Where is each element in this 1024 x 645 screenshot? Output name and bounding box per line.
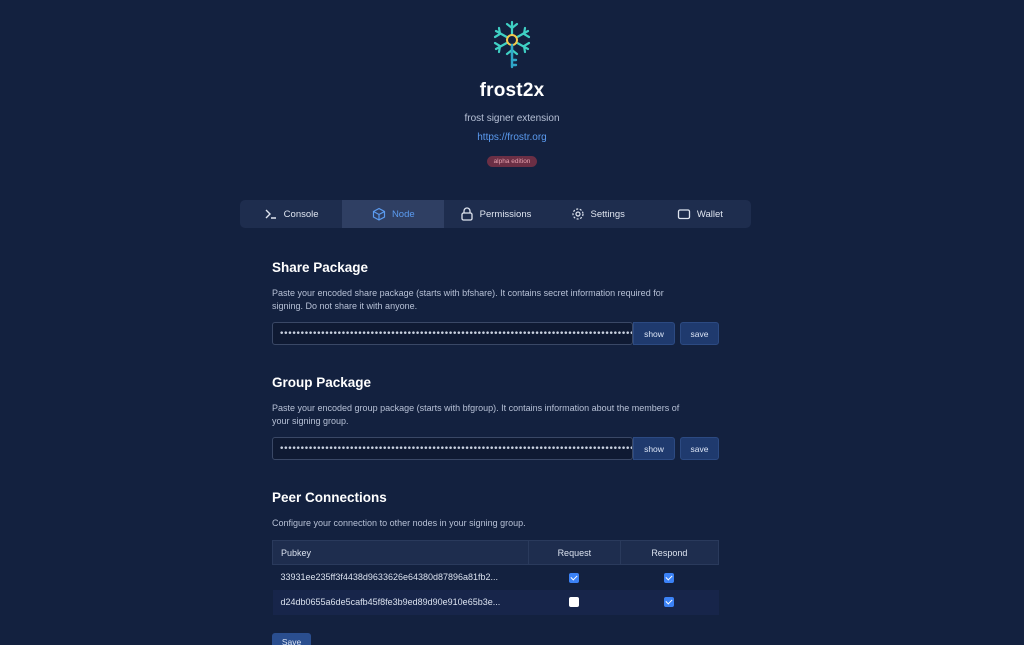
wallet-icon — [677, 209, 691, 220]
tab-permissions[interactable]: Permissions — [444, 200, 546, 228]
peer-connections-title: Peer Connections — [272, 490, 387, 505]
share-package-title: Share Package — [272, 260, 369, 275]
app-page: frost2x frost signer extension https://f… — [0, 0, 1024, 645]
peer-table: Pubkey Request Respond 33931ee235ff3f443… — [272, 540, 720, 615]
column-header-pubkey: Pubkey — [272, 540, 529, 565]
tab-label: Console — [283, 208, 319, 220]
peer-save-button[interactable]: Save — [272, 633, 311, 645]
share-show-button[interactable]: show — [633, 322, 675, 345]
snowflake-key-logo — [493, 20, 531, 69]
lock-icon — [460, 207, 473, 221]
app-subtitle: frost signer extension — [464, 113, 560, 124]
cube-icon — [372, 207, 386, 221]
respond-checkbox[interactable] — [664, 572, 675, 583]
tab-bar: Console Node Permissions Settings Wallet — [240, 200, 751, 228]
share-package-desc: Paste your encoded share package (starts… — [272, 288, 664, 311]
request-checkbox[interactable] — [569, 572, 580, 583]
tab-label: Settings — [590, 208, 625, 220]
tab-label: Wallet — [696, 208, 723, 220]
group-save-button[interactable]: save — [680, 437, 719, 460]
tab-console[interactable]: Console — [240, 200, 342, 228]
share-package-section: Share Package Paste your encoded share p… — [272, 260, 720, 345]
tab-wallet[interactable]: Wallet — [649, 200, 751, 228]
header: frost2x frost signer extension https://f… — [0, 18, 1024, 168]
group-package-input[interactable]: ••••••••••••••••••••••••••••••••••••••••… — [272, 437, 633, 460]
tab-node[interactable]: Node — [342, 200, 445, 228]
tab-label: Permissions — [479, 208, 532, 220]
respond-checkbox[interactable] — [664, 597, 675, 608]
share-save-button[interactable]: save — [680, 322, 719, 345]
column-header-respond: Respond — [619, 540, 720, 565]
gear-icon — [571, 208, 584, 220]
app-title: frost2x — [479, 80, 545, 101]
node-content: Share Package Paste your encoded share p… — [272, 260, 720, 615]
peer-pubkey: 33931ee235ff3f4438d9633626e64380d87896a8… — [280, 572, 499, 583]
tab-settings[interactable]: Settings — [547, 200, 649, 228]
group-package-desc: Paste your encoded group package (starts… — [272, 403, 680, 426]
group-package-title: Group Package — [272, 375, 372, 390]
share-package-input[interactable]: ••••••••••••••••••••••••••••••••••••••••… — [272, 322, 633, 345]
peer-connections-section: Peer Connections Configure your connecti… — [272, 490, 720, 615]
table-row: 33931ee235ff3f4438d9633626e64380d87896a8… — [273, 565, 719, 590]
edition-badge: alpha edition — [486, 156, 538, 167]
tab-label: Node — [391, 208, 415, 220]
website-link[interactable]: https://frostr.org — [477, 132, 546, 143]
peer-connections-desc: Configure your connection to other nodes… — [272, 518, 526, 528]
group-show-button[interactable]: show — [633, 437, 675, 460]
group-package-section: Group Package Paste your encoded group p… — [272, 375, 720, 460]
request-checkbox[interactable] — [569, 597, 580, 608]
peer-pubkey: d24db0655a6de5cafb45f8fe3b9ed89d90e910e6… — [272, 589, 529, 615]
terminal-icon — [265, 209, 276, 219]
column-header-request: Request — [528, 540, 621, 565]
table-row: d24db0655a6de5cafb45f8fe3b9ed89d90e910e6… — [272, 589, 719, 615]
